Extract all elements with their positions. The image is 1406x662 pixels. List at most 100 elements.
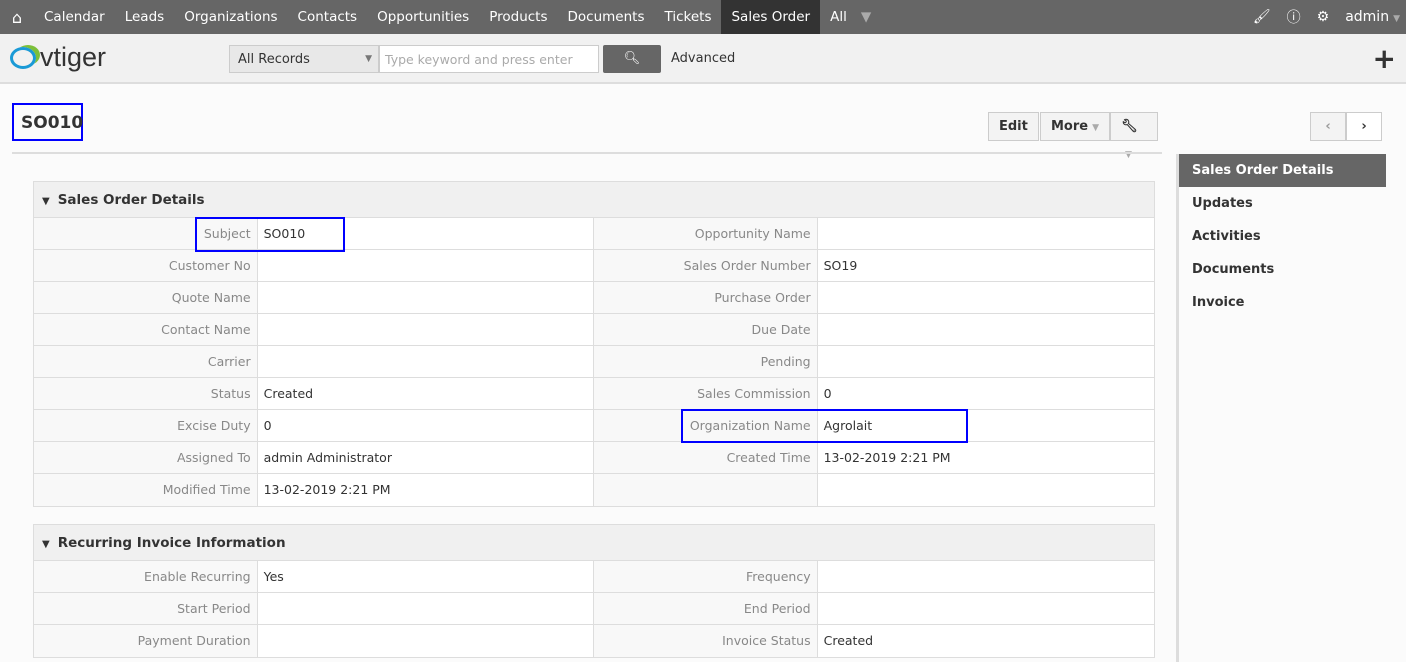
highlight-organization-name bbox=[681, 409, 968, 443]
search-scope-select[interactable]: All Records ▼ bbox=[229, 45, 379, 73]
field-label: Start Period bbox=[34, 593, 258, 624]
field-row: Quote Name Purchase Order bbox=[34, 282, 1154, 314]
edit-button[interactable]: Edit bbox=[988, 112, 1039, 141]
block-header[interactable]: ▼ Sales Order Details bbox=[34, 182, 1154, 218]
next-record-button[interactable]: › bbox=[1346, 112, 1382, 141]
gear-icon[interactable]: ⚙ bbox=[1317, 9, 1330, 25]
more-button[interactable]: More ▼ bbox=[1040, 112, 1111, 141]
field-value: 0 bbox=[823, 386, 832, 401]
field-label: Assigned To bbox=[34, 442, 258, 473]
nav-sales-order[interactable]: Sales Order bbox=[721, 0, 821, 34]
settings-wrench-button[interactable]: 🔧︎▼ bbox=[1110, 112, 1158, 160]
nav-all[interactable]: All bbox=[820, 0, 857, 34]
chevron-down-icon: ▼ bbox=[1092, 123, 1100, 133]
field-value bbox=[818, 218, 1154, 249]
brush-icon[interactable]: 🖌 bbox=[1253, 9, 1271, 25]
field-row: Contact Name Due Date bbox=[34, 314, 1154, 346]
field-value bbox=[258, 593, 594, 624]
field-value: 0 bbox=[258, 410, 594, 441]
field-value bbox=[258, 282, 594, 313]
more-label: More bbox=[1051, 119, 1089, 134]
field-label bbox=[594, 474, 818, 506]
field-row: Modified Time 13-02-2019 2:21 PM bbox=[34, 474, 1154, 506]
field-label: Due Date bbox=[594, 314, 818, 345]
module-nav: Calendar Leads Organizations Contacts Opport… bbox=[34, 0, 871, 34]
field-value: 13-02-2019 2:21 PM bbox=[258, 474, 594, 506]
field-value bbox=[818, 314, 1154, 345]
nav-organizations[interactable]: Organizations bbox=[174, 0, 287, 34]
logo-mark-icon bbox=[10, 46, 36, 69]
field-value bbox=[258, 314, 594, 345]
field-label: Sales Order Number bbox=[594, 250, 818, 281]
search-input[interactable]: Type keyword and press enter bbox=[379, 45, 599, 73]
nav-tickets[interactable]: Tickets bbox=[655, 0, 722, 34]
field-row: Enable Recurring Yes Frequency bbox=[34, 561, 1154, 593]
scope-value: All Records bbox=[238, 52, 310, 67]
field-row: Assigned To admin Administrator Created Ti… bbox=[34, 442, 1154, 474]
field-value: admin Administrator bbox=[258, 442, 594, 473]
field-row: Payment Duration Invoice Status Created bbox=[34, 625, 1154, 657]
nav-opportunities[interactable]: Opportunities bbox=[367, 0, 479, 34]
field-label: Modified Time bbox=[34, 474, 258, 506]
field-label: Purchase Order bbox=[594, 282, 818, 313]
top-nav-bar: ⌂ Calendar Leads Organizations Contacts Oppo… bbox=[0, 0, 1406, 34]
field-row: Excise Duty 0 Organization Name Agrolait bbox=[34, 410, 1154, 442]
sidebar-item-updates[interactable]: Updates bbox=[1179, 187, 1386, 220]
sidebar-item-documents[interactable]: Documents bbox=[1179, 253, 1386, 286]
chevron-down-icon: ▼ bbox=[1393, 14, 1400, 24]
field-label: Sales Commission bbox=[594, 378, 818, 409]
sidebar-item-sales-order-details[interactable]: Sales Order Details bbox=[1179, 154, 1386, 187]
field-label: Carrier bbox=[34, 346, 258, 377]
field-label: Status bbox=[34, 378, 258, 409]
field-label: Contact Name bbox=[34, 314, 258, 345]
quick-create-plus-icon[interactable]: + bbox=[1373, 42, 1396, 75]
field-row: Carrier Pending bbox=[34, 346, 1154, 378]
field-value bbox=[818, 561, 1154, 592]
search-button[interactable]: 🔍︎ bbox=[603, 45, 661, 73]
nav-documents[interactable]: Documents bbox=[558, 0, 655, 34]
field-value bbox=[818, 282, 1154, 313]
field-value bbox=[818, 346, 1154, 377]
field-value: Created bbox=[258, 378, 594, 409]
field-row: Start Period End Period bbox=[34, 593, 1154, 625]
field-value bbox=[258, 625, 594, 657]
nav-contacts[interactable]: Contacts bbox=[288, 0, 368, 34]
field-label: Quote Name bbox=[34, 282, 258, 313]
chevron-down-icon: ▼ bbox=[365, 54, 372, 64]
wrench-icon: 🔧︎ bbox=[1121, 119, 1138, 134]
field-value bbox=[818, 474, 1154, 506]
user-menu[interactable]: admin ▼ bbox=[1345, 9, 1400, 25]
logo-text: vtiger bbox=[40, 42, 107, 72]
divider bbox=[12, 152, 1162, 154]
block-header[interactable]: ▼ Recurring Invoice Information bbox=[34, 525, 1154, 561]
field-label: Payment Duration bbox=[34, 625, 258, 657]
field-value bbox=[258, 250, 594, 281]
info-icon[interactable]: ⓘ bbox=[1287, 7, 1301, 27]
previous-record-button[interactable]: ‹ bbox=[1310, 112, 1346, 141]
block-title: Sales Order Details bbox=[57, 192, 205, 208]
highlight-subject bbox=[195, 217, 345, 252]
search-icon: 🔍︎ bbox=[623, 51, 641, 66]
sidebar-item-activities[interactable]: Activities bbox=[1179, 220, 1386, 253]
collapse-caret-icon: ▼ bbox=[42, 196, 50, 207]
field-label: End Period bbox=[594, 593, 818, 624]
chevron-down-icon: ▼ bbox=[860, 9, 872, 25]
sidebar-item-invoice[interactable]: Invoice bbox=[1179, 286, 1386, 319]
collapse-caret-icon: ▼ bbox=[42, 539, 50, 550]
field-row: Status Created Sales Commission 0 bbox=[34, 378, 1154, 410]
block-title: Recurring Invoice Information bbox=[57, 535, 286, 551]
recurring-invoice-block: ▼ Recurring Invoice Information Enable Rec… bbox=[33, 524, 1155, 658]
field-label: Invoice Status bbox=[594, 625, 818, 657]
home-icon[interactable]: ⌂ bbox=[0, 8, 34, 27]
field-value: Created bbox=[823, 633, 874, 648]
field-value: 13-02-2019 2:21 PM bbox=[823, 450, 951, 465]
field-label: Customer No bbox=[34, 250, 258, 281]
nav-products[interactable]: Products bbox=[479, 0, 557, 34]
nav-leads[interactable]: Leads bbox=[115, 0, 174, 34]
chevron-left-icon: ‹ bbox=[1325, 119, 1331, 134]
advanced-search-link[interactable]: Advanced bbox=[671, 51, 735, 66]
field-value bbox=[258, 346, 594, 377]
field-label: Enable Recurring bbox=[34, 561, 258, 592]
record-title: SO010 bbox=[12, 103, 83, 141]
nav-calendar[interactable]: Calendar bbox=[34, 0, 115, 34]
